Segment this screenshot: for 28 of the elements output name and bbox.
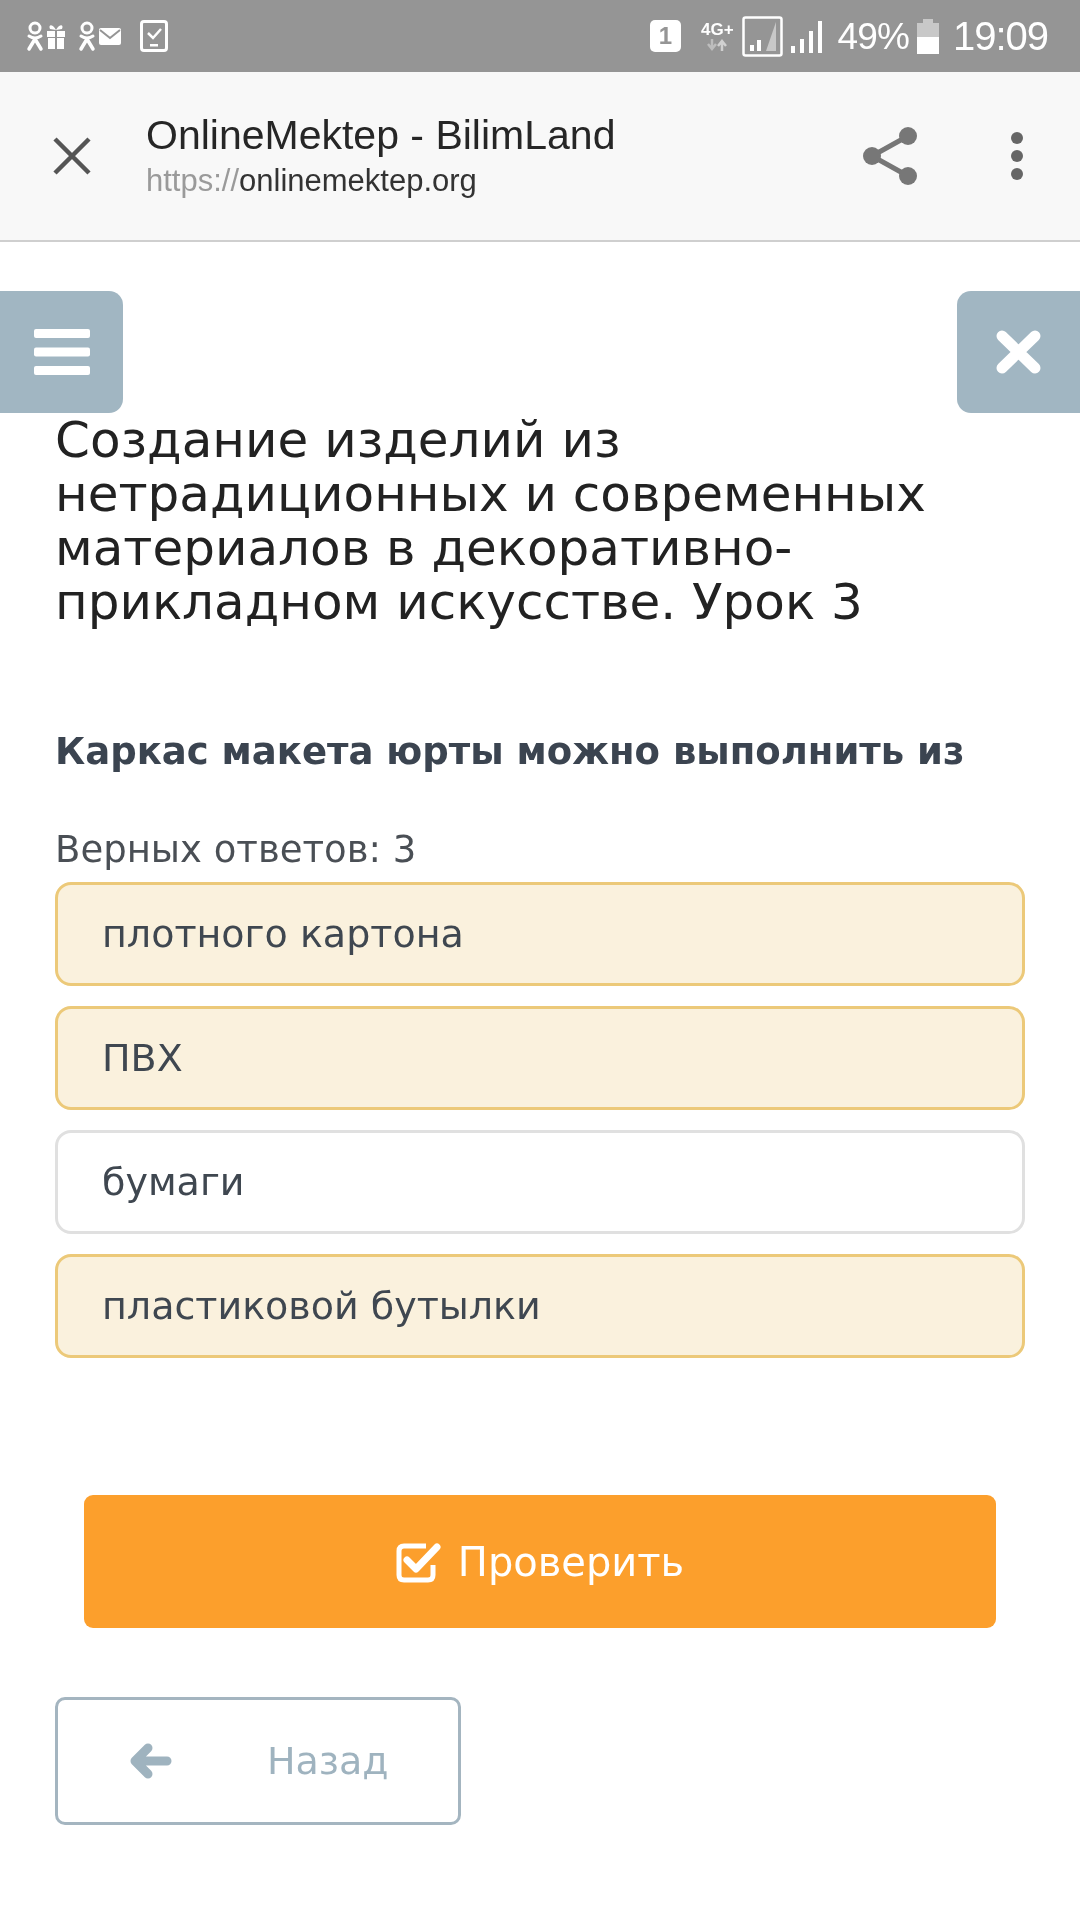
url-text[interactable]: https://onlinemektep.org	[146, 160, 862, 202]
envelope-icon	[99, 27, 121, 45]
data-arrows-icon	[706, 39, 729, 51]
answer-option[interactable]: ПВХ	[55, 1006, 1025, 1110]
signal-icon	[741, 15, 783, 57]
answer-option[interactable]: пластиковой бутылки	[55, 1254, 1025, 1358]
more-options-icon[interactable]	[1010, 131, 1024, 181]
gift-icon	[46, 23, 66, 49]
battery-icon	[916, 18, 939, 54]
checkbox-icon	[395, 1540, 442, 1583]
stick-figure-icon	[26, 20, 44, 52]
network-type: 4G+	[701, 21, 734, 39]
clipboard-check-icon	[140, 20, 168, 52]
share-icon[interactable]	[862, 126, 918, 186]
question-text: Каркас макета юрты можно выполнить из	[55, 729, 966, 775]
sim-indicator: 1	[650, 20, 681, 52]
page-title: OnlineMektep - BilimLand	[146, 111, 617, 160]
answers-count: Верных ответов: 3	[55, 827, 418, 873]
close-icon[interactable]	[52, 136, 92, 176]
battery-percent: 49%	[837, 17, 909, 55]
lesson-title: Создание изделий из нетрадиционных и современных материалов в декоративно-прикладном искусстве. Урок 3	[55, 413, 927, 629]
clock-time: 19:09	[952, 16, 1048, 56]
menu-icon	[33, 329, 90, 375]
answer-option[interactable]: бумаги	[55, 1130, 1025, 1234]
stick-figure-icon	[78, 20, 96, 52]
answer-option[interactable]: плотного картона	[55, 882, 1025, 986]
close-icon	[996, 330, 1041, 374]
arrow-left-icon	[128, 1743, 172, 1779]
